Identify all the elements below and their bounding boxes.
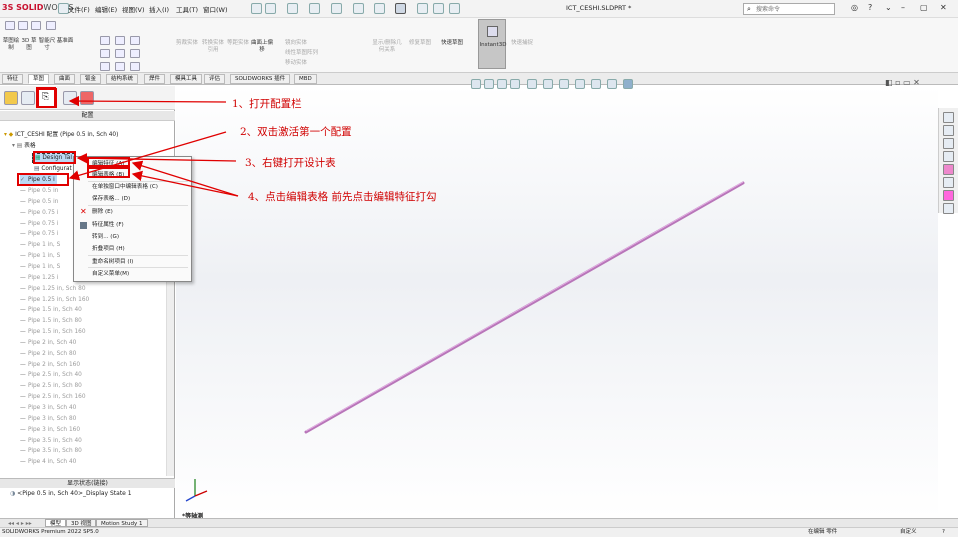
annotation-step-2: 2、双击激活第一个配置: [240, 126, 352, 138]
tab-motion-study[interactable]: Motion Study 1: [96, 519, 148, 527]
annotation-arrows: [68, 95, 239, 197]
tab-scroll-arrows[interactable]: ◂◂ ◂ ▸ ▸▸: [8, 520, 32, 527]
bottom-tabs: ◂◂ ◂ ▸ ▸▸ 模型 3D 视图 Motion Study 1: [0, 518, 958, 527]
status-app-name: SOLIDWORKS Premium 2022 SP5.0: [2, 529, 99, 535]
annotation-step-4: 4、点击编辑表格 前先点击编辑特征打勾: [248, 191, 437, 203]
annotation-step-3: 3、右键打开设计表: [245, 157, 336, 169]
tab-3d-views[interactable]: 3D 视图: [66, 519, 97, 527]
tab-model[interactable]: 模型: [45, 519, 67, 527]
status-units[interactable]: 自定义: [900, 528, 917, 537]
status-bar: SOLIDWORKS Premium 2022 SP5.0 在编辑 零件 自定义…: [0, 527, 958, 537]
annotation-step-1: 1、打开配置栏: [232, 98, 302, 110]
help-status-icon[interactable]: ?: [942, 528, 945, 537]
status-mode: 在编辑 零件: [808, 529, 838, 535]
